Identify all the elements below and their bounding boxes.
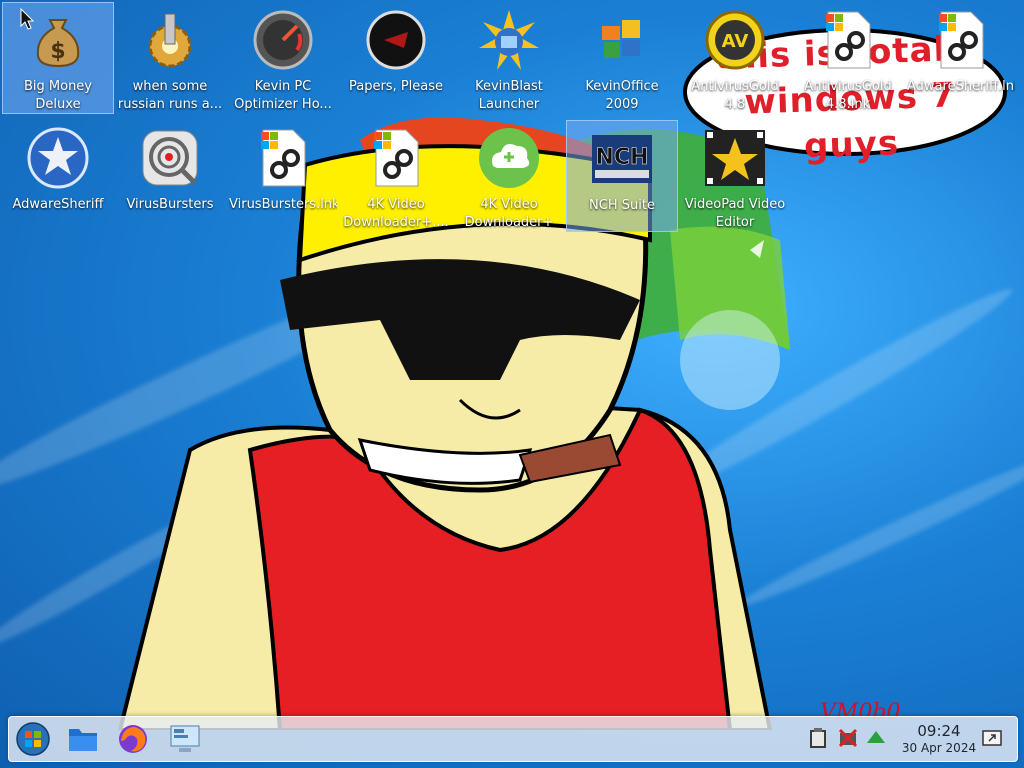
papers-please-icon — [364, 8, 428, 72]
desktop-icon-adwaresheriff[interactable]: AdwareSheriff — [2, 120, 114, 232]
clock[interactable]: 09:24 30 Apr 2024 — [889, 722, 989, 756]
desktop-icon-label: VirusBursters.lnk — [229, 197, 337, 212]
desktop-icon-4k-downloader-lnk[interactable]: 4K Video Downloader+.... — [340, 120, 452, 232]
svg-text:$: $ — [50, 39, 65, 64]
desktop-icon-label: AntivirusGold 4.8 — [691, 79, 779, 112]
desktop-icon-label: KevinOffice 2009 — [585, 79, 659, 112]
updates-arrow-icon[interactable] — [865, 727, 887, 749]
desktop-icon-label: Kevin PC Optimizer Ho... — [234, 79, 332, 112]
clock-date: 30 Apr 2024 — [901, 741, 977, 755]
nch-icon: NCH — [590, 127, 654, 191]
file-manager-icon — [69, 729, 97, 751]
mouse-cursor-icon — [20, 8, 34, 30]
desktop-icon-big-money-deluxe[interactable]: $ Big Money Deluxe — [2, 2, 114, 114]
desktop-icon-virusbursters[interactable]: VirusBursters — [114, 120, 226, 232]
desktop-icon-label: AdwareSheriff — [12, 197, 104, 212]
desktop-icon-label: AntivirusGold 4.8.lnk — [804, 79, 892, 112]
firefox-icon — [119, 725, 147, 753]
money-bag-icon: $ — [26, 9, 90, 72]
desktop-icon-russian[interactable]: when some russian runs a... — [114, 2, 226, 114]
svg-text:NCH: NCH — [596, 145, 649, 170]
office-icon — [590, 8, 654, 72]
gauge-icon — [251, 8, 315, 72]
file-manager-button[interactable] — [65, 721, 101, 757]
desktop-icon-label: 4K Video Downloader+ — [464, 197, 554, 230]
desktop-icon-kevinblast[interactable]: KevinBlast Launcher — [453, 2, 565, 114]
network-disconnected-icon[interactable] — [837, 727, 859, 749]
sheriff-star-icon — [26, 126, 90, 190]
desktop-icon-antivirusgold-lnk[interactable]: AntivirusGold 4.8.lnk — [792, 2, 904, 114]
target-icon — [138, 126, 202, 190]
desktop-icon-label: AdwareSheriff.lnk — [907, 79, 1015, 94]
shortcut-file-icon — [816, 8, 880, 72]
film-star-icon — [703, 126, 767, 190]
globe-burst-icon — [477, 8, 541, 72]
taskbar: 09:24 30 Apr 2024 — [8, 716, 1018, 762]
desktop-icon-label: VirusBursters — [126, 197, 214, 212]
system-settings-button[interactable] — [167, 721, 203, 757]
clipboard-icon[interactable] — [807, 727, 829, 749]
desktop-icon-antivirusgold[interactable]: AV AntivirusGold 4.8 — [679, 2, 791, 114]
shortcut-file-icon — [929, 8, 993, 72]
desktop-icon-label: KevinBlast Launcher — [475, 79, 543, 112]
desktop-icon-papers-please[interactable]: Papers, Please — [340, 2, 452, 114]
desktop-icon-label: NCH Suite — [589, 198, 655, 213]
firefox-button[interactable] — [115, 721, 151, 757]
start-orb-icon — [16, 722, 50, 756]
desktop-icon-label: VideoPad Video Editor — [684, 197, 786, 230]
desktop-icon-videopad[interactable]: VideoPad Video Editor — [679, 120, 791, 232]
desktop-icon-kevin-pc-optimizer[interactable]: Kevin PC Optimizer Ho... — [227, 2, 339, 114]
desktop-wallpaper: this is totally windows 7 guys VM0b0 — [0, 0, 1024, 768]
desktop-icon-label: Papers, Please — [348, 79, 444, 94]
desktop-icon-kevinoffice[interactable]: KevinOffice 2009 — [566, 2, 678, 114]
desktop-icon-adwaresheriff-lnk[interactable]: AdwareSheriff.lnk — [905, 2, 1017, 114]
desktop-icon-nch-suite[interactable]: NCH NCH Suite — [566, 120, 678, 232]
gear-icon — [138, 8, 202, 72]
desktop-icon-label: 4K Video Downloader+.... — [343, 197, 449, 230]
desktop-icon-4k-downloader[interactable]: 4K Video Downloader+ — [453, 120, 565, 232]
av-icon: AV — [703, 8, 767, 72]
system-settings-icon — [170, 725, 200, 752]
desktop-icon-label: Big Money Deluxe — [23, 78, 92, 112]
desktop-icon-label: when some russian runs a... — [117, 79, 223, 112]
desktop-icon-virusbursters-lnk[interactable]: VirusBursters.lnk — [227, 120, 339, 232]
start-button[interactable] — [15, 721, 51, 757]
show-desktop-icon[interactable] — [981, 727, 1003, 749]
cloud-download-icon — [477, 126, 541, 190]
clock-time: 09:24 — [917, 722, 961, 740]
shortcut-file-icon — [364, 126, 428, 190]
svg-text:AV: AV — [722, 31, 749, 52]
shortcut-file-icon — [251, 126, 315, 190]
